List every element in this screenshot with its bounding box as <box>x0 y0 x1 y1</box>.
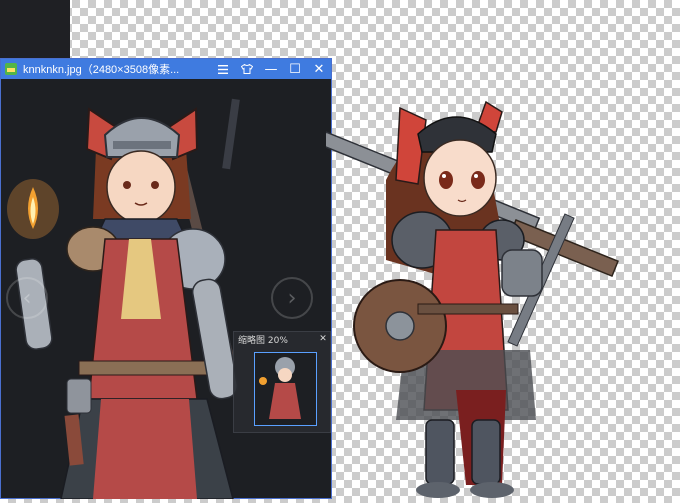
next-image-button[interactable]: › <box>271 277 313 319</box>
navigator-header: 缩略图 20% ✕ <box>234 332 330 346</box>
background-window-strip <box>0 0 70 58</box>
shirt-icon <box>241 64 253 74</box>
viewer-titlebar[interactable]: knnknkn.jpg（2480×3508像素... — ☐ ✕ <box>1 59 331 79</box>
previous-image-button[interactable]: ‹ <box>6 277 48 319</box>
chibi-knight-artwork <box>319 90 626 499</box>
menu-button[interactable] <box>211 59 235 79</box>
navigator-panel[interactable]: 缩略图 20% ✕ <box>233 331 331 433</box>
image-viewer-window[interactable]: knnknkn.jpg（2480×3508像素... — ☐ ✕ ‹ › 缩略图… <box>0 58 332 499</box>
navigator-zoom-label: 缩略图 20% <box>238 335 288 346</box>
close-button[interactable]: ✕ <box>307 59 331 79</box>
skin-button[interactable] <box>235 59 259 79</box>
navigator-viewport-frame[interactable] <box>254 352 317 426</box>
navigator-thumbnail <box>255 353 316 425</box>
minimize-button[interactable]: — <box>259 59 283 79</box>
maximize-button[interactable]: ☐ <box>283 59 307 79</box>
chibi-knight-figure <box>319 100 619 498</box>
hamburger-icon <box>218 64 228 74</box>
viewer-title: knnknkn.jpg（2480×3508像素... <box>23 64 180 76</box>
image-canvas[interactable]: ‹ › 缩略图 20% ✕ <box>1 79 331 499</box>
image-app-icon <box>5 63 17 75</box>
